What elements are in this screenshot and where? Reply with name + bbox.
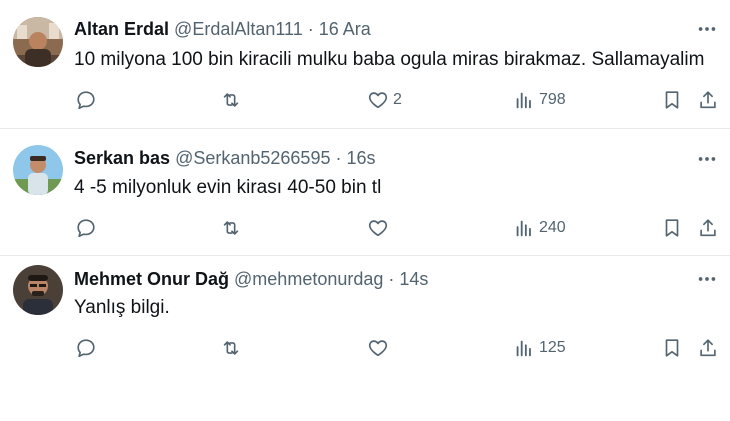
share-button[interactable] bbox=[697, 214, 719, 242]
reply-icon bbox=[75, 89, 97, 111]
reply-button[interactable] bbox=[75, 334, 97, 362]
reply-icon bbox=[75, 217, 97, 239]
retweet-icon bbox=[220, 337, 242, 359]
views-button[interactable]: 798 bbox=[513, 86, 566, 114]
tweet[interactable]: Serkan bas @Serkanb5266595 · 16s 4 -5 mi… bbox=[0, 128, 730, 256]
separator: · bbox=[302, 19, 319, 39]
action-bar: 125 bbox=[0, 334, 730, 362]
view-count: 798 bbox=[539, 91, 566, 108]
reply-button[interactable] bbox=[75, 214, 97, 242]
tweet-header: Serkan bas @Serkanb5266595 · 16s bbox=[74, 147, 670, 169]
like-count: 2 bbox=[393, 91, 402, 108]
share-button[interactable] bbox=[697, 334, 719, 362]
reply-button[interactable] bbox=[75, 86, 97, 114]
author-handle[interactable]: @ErdalAltan111 bbox=[174, 19, 303, 39]
tweet-header: Mehmet Onur Dağ @mehmetonurdag · 14s bbox=[74, 268, 670, 290]
share-icon bbox=[697, 89, 719, 111]
tweet-text: Yanlış bilgi. bbox=[74, 297, 170, 318]
like-button[interactable] bbox=[367, 334, 393, 362]
bookmark-icon bbox=[661, 217, 683, 239]
retweet-icon bbox=[220, 217, 242, 239]
timestamp[interactable]: 14s bbox=[399, 269, 428, 289]
more-icon[interactable] bbox=[696, 268, 718, 290]
share-icon bbox=[697, 337, 719, 359]
tweet[interactable]: Mehmet Onur Dağ @mehmetonurdag · 14s Yan… bbox=[0, 255, 730, 421]
separator: · bbox=[383, 269, 400, 289]
retweet-button[interactable] bbox=[220, 214, 242, 242]
views-button[interactable]: 125 bbox=[513, 334, 566, 362]
timestamp[interactable]: 16 Ara bbox=[319, 19, 371, 39]
more-icon[interactable] bbox=[696, 18, 718, 40]
separator: · bbox=[330, 148, 347, 168]
tweet-header: Altan Erdal @ErdalAltan111 · 16 Ara bbox=[74, 18, 670, 40]
bookmark-button[interactable] bbox=[661, 214, 683, 242]
bookmark-button[interactable] bbox=[661, 86, 683, 114]
author-handle[interactable]: @Serkanb5266595 bbox=[175, 148, 330, 168]
bookmark-button[interactable] bbox=[661, 334, 683, 362]
avatar[interactable] bbox=[13, 17, 63, 67]
views-icon bbox=[513, 337, 535, 359]
heart-icon bbox=[367, 337, 389, 359]
retweet-button[interactable] bbox=[220, 86, 242, 114]
author-name[interactable]: Altan Erdal bbox=[74, 19, 169, 39]
author-name[interactable]: Mehmet Onur Dağ bbox=[74, 269, 229, 289]
bookmark-icon bbox=[661, 89, 683, 111]
more-icon[interactable] bbox=[696, 148, 718, 170]
heart-icon bbox=[367, 89, 389, 111]
timestamp[interactable]: 16s bbox=[346, 148, 375, 168]
action-bar: 2 798 bbox=[0, 86, 730, 114]
views-icon bbox=[513, 89, 535, 111]
reply-icon bbox=[75, 337, 97, 359]
view-count: 125 bbox=[539, 339, 566, 356]
like-button[interactable] bbox=[367, 214, 393, 242]
heart-icon bbox=[367, 217, 389, 239]
tweet-text: 10 milyona 100 bin kiracili mulku baba o… bbox=[74, 49, 705, 70]
action-bar: 240 bbox=[0, 214, 730, 242]
tweet[interactable]: Altan Erdal @ErdalAltan111 · 16 Ara 10 m… bbox=[0, 0, 730, 128]
views-icon bbox=[513, 217, 535, 239]
retweet-icon bbox=[220, 89, 242, 111]
share-icon bbox=[697, 217, 719, 239]
views-button[interactable]: 240 bbox=[513, 214, 566, 242]
like-button[interactable]: 2 bbox=[367, 86, 402, 114]
author-name[interactable]: Serkan bas bbox=[74, 148, 170, 168]
bookmark-icon bbox=[661, 337, 683, 359]
author-handle[interactable]: @mehmetonurdag bbox=[234, 269, 383, 289]
retweet-button[interactable] bbox=[220, 334, 242, 362]
avatar[interactable] bbox=[13, 145, 63, 195]
view-count: 240 bbox=[539, 219, 566, 236]
tweet-text: 4 -5 milyonluk evin kirası 40-50 bin tl bbox=[74, 177, 382, 198]
share-button[interactable] bbox=[697, 86, 719, 114]
avatar[interactable] bbox=[13, 265, 63, 315]
reply-feed: Altan Erdal @ErdalAltan111 · 16 Ara 10 m… bbox=[0, 0, 730, 420]
